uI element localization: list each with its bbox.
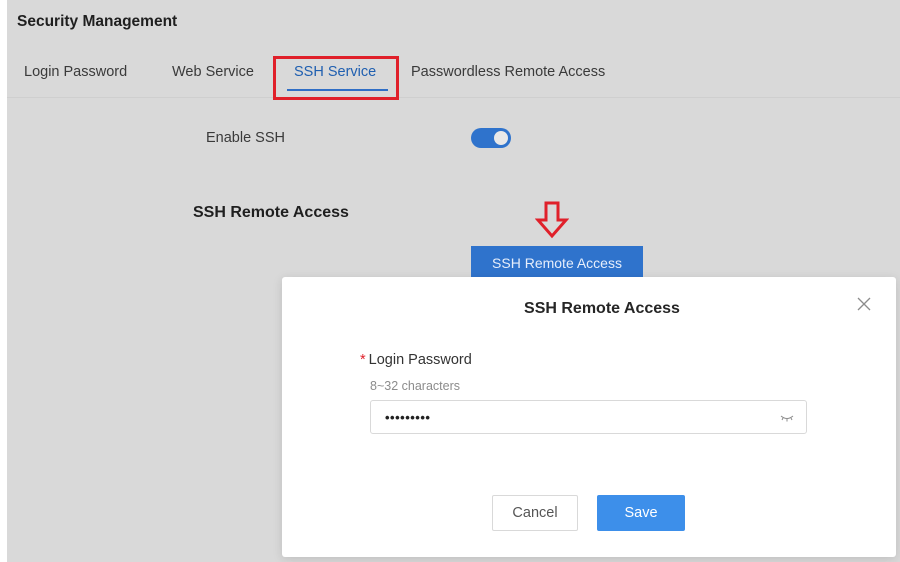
password-hint: 8~32 characters (370, 379, 460, 393)
page-title: Security Management (17, 13, 178, 30)
enable-ssh-toggle[interactable] (471, 128, 511, 148)
ssh-remote-access-button-label: SSH Remote Access (492, 255, 622, 271)
tab-passwordless-remote-access[interactable]: Passwordless Remote Access (411, 64, 605, 80)
login-password-label: * Login Password (360, 352, 472, 368)
down-arrow-annotation-icon (535, 201, 569, 239)
toggle-knob (494, 131, 508, 145)
ssh-remote-access-heading: SSH Remote Access (193, 204, 349, 221)
tab-login-password[interactable]: Login Password (24, 64, 127, 80)
tab-bar: Login Password Web Service SSH Service P… (7, 56, 900, 94)
password-value: ••••••••• (385, 409, 431, 425)
cancel-button[interactable]: Cancel (492, 495, 578, 531)
enable-ssh-label: Enable SSH (206, 130, 285, 146)
login-password-label-text: Login Password (368, 352, 472, 368)
save-button[interactable]: Save (597, 495, 685, 531)
login-password-input[interactable]: ••••••••• (370, 400, 807, 434)
dialog-title: SSH Remote Access (524, 300, 680, 317)
required-marker: * (360, 352, 366, 368)
ssh-remote-access-button[interactable]: SSH Remote Access (471, 246, 643, 280)
close-icon[interactable] (854, 294, 874, 314)
annotation-highlight-box (273, 56, 399, 100)
ssh-remote-access-dialog: SSH Remote Access * Login Password 8~32 c… (282, 277, 896, 557)
eye-closed-icon[interactable] (780, 413, 794, 423)
tab-web-service[interactable]: Web Service (172, 64, 254, 80)
tabs-divider (7, 97, 900, 98)
